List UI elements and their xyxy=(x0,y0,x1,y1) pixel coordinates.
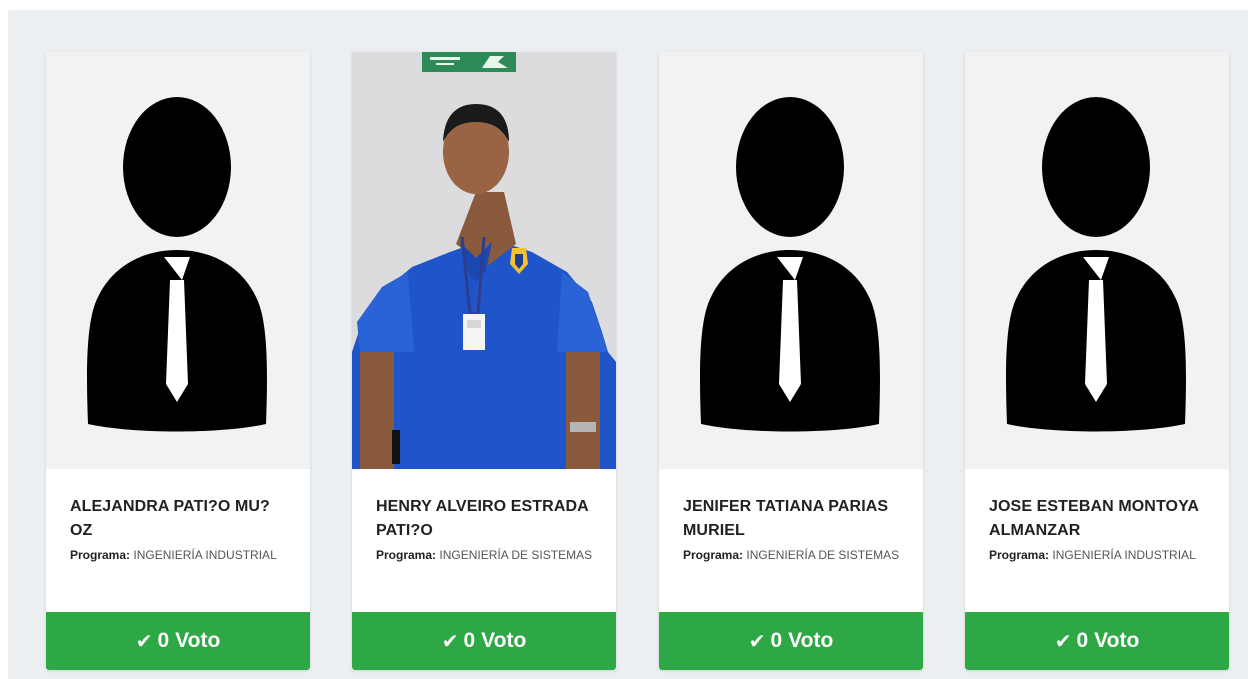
program-value: INGENIERÍA DE SISTEMAS xyxy=(439,548,593,562)
program-label: Programa: xyxy=(70,548,131,562)
vote-button[interactable]: ✔ 0 Voto xyxy=(965,612,1229,670)
vote-count: 0 xyxy=(1076,629,1089,652)
vote-label: Voto xyxy=(1094,629,1140,652)
vote-label: Voto xyxy=(788,629,834,652)
default-avatar-icon xyxy=(965,52,1229,469)
candidate-name: JENIFER TATIANA PARIAS MURIEL xyxy=(683,498,889,539)
candidate-name: ALEJANDRA PATI?O MU?OZ xyxy=(70,498,270,539)
vote-count: 0 xyxy=(463,629,476,652)
default-avatar-icon xyxy=(659,52,923,469)
check-icon: ✔ xyxy=(1054,630,1072,653)
vote-button[interactable]: ✔ 0 Voto xyxy=(46,612,310,670)
check-icon: ✔ xyxy=(748,630,766,653)
candidate-name: HENRY ALVEIRO ESTRADA PATI?O xyxy=(376,498,589,539)
candidate-name: JOSE ESTEBAN MONTOYA ALMANZAR xyxy=(989,498,1199,539)
vote-label: Voto xyxy=(175,629,221,652)
candidates-panel: ALEJANDRA PATI?O MU?OZ Programa: INGENIE… xyxy=(8,10,1248,679)
candidate-card: ALEJANDRA PATI?O MU?OZ Programa: INGENIE… xyxy=(46,52,310,670)
program-value: INGENIERÍA DE SISTEMAS xyxy=(746,548,900,562)
check-icon: ✔ xyxy=(135,630,153,653)
default-avatar-icon xyxy=(46,52,310,469)
vote-button[interactable]: ✔ 0 Voto xyxy=(352,612,616,670)
check-icon: ✔ xyxy=(441,630,459,653)
candidate-program: Programa: INGENIERÍA INDUSTRIAL xyxy=(70,544,290,566)
candidate-program: Programa: INGENIERÍA DE SISTEMAS xyxy=(683,544,903,566)
program-label: Programa: xyxy=(683,548,744,562)
candidate-card: HENRY ALVEIRO ESTRADA PATI?O Programa: I… xyxy=(352,52,616,670)
vote-label: Voto xyxy=(481,629,527,652)
program-value: INGENIERÍA INDUSTRIAL xyxy=(1052,548,1196,562)
program-value: INGENIERÍA INDUSTRIAL xyxy=(133,548,277,562)
candidate-program: Programa: INGENIERÍA DE SISTEMAS xyxy=(376,544,596,566)
candidate-card: JOSE ESTEBAN MONTOYA ALMANZAR Programa: … xyxy=(965,52,1229,670)
candidate-program: Programa: INGENIERÍA INDUSTRIAL xyxy=(989,544,1209,566)
vote-count: 0 xyxy=(770,629,783,652)
candidate-photo xyxy=(352,52,616,469)
program-label: Programa: xyxy=(376,548,437,562)
program-label: Programa: xyxy=(989,548,1050,562)
vote-count: 0 xyxy=(157,629,170,652)
candidate-card: JENIFER TATIANA PARIAS MURIEL Programa: … xyxy=(659,52,923,670)
vote-button[interactable]: ✔ 0 Voto xyxy=(659,612,923,670)
